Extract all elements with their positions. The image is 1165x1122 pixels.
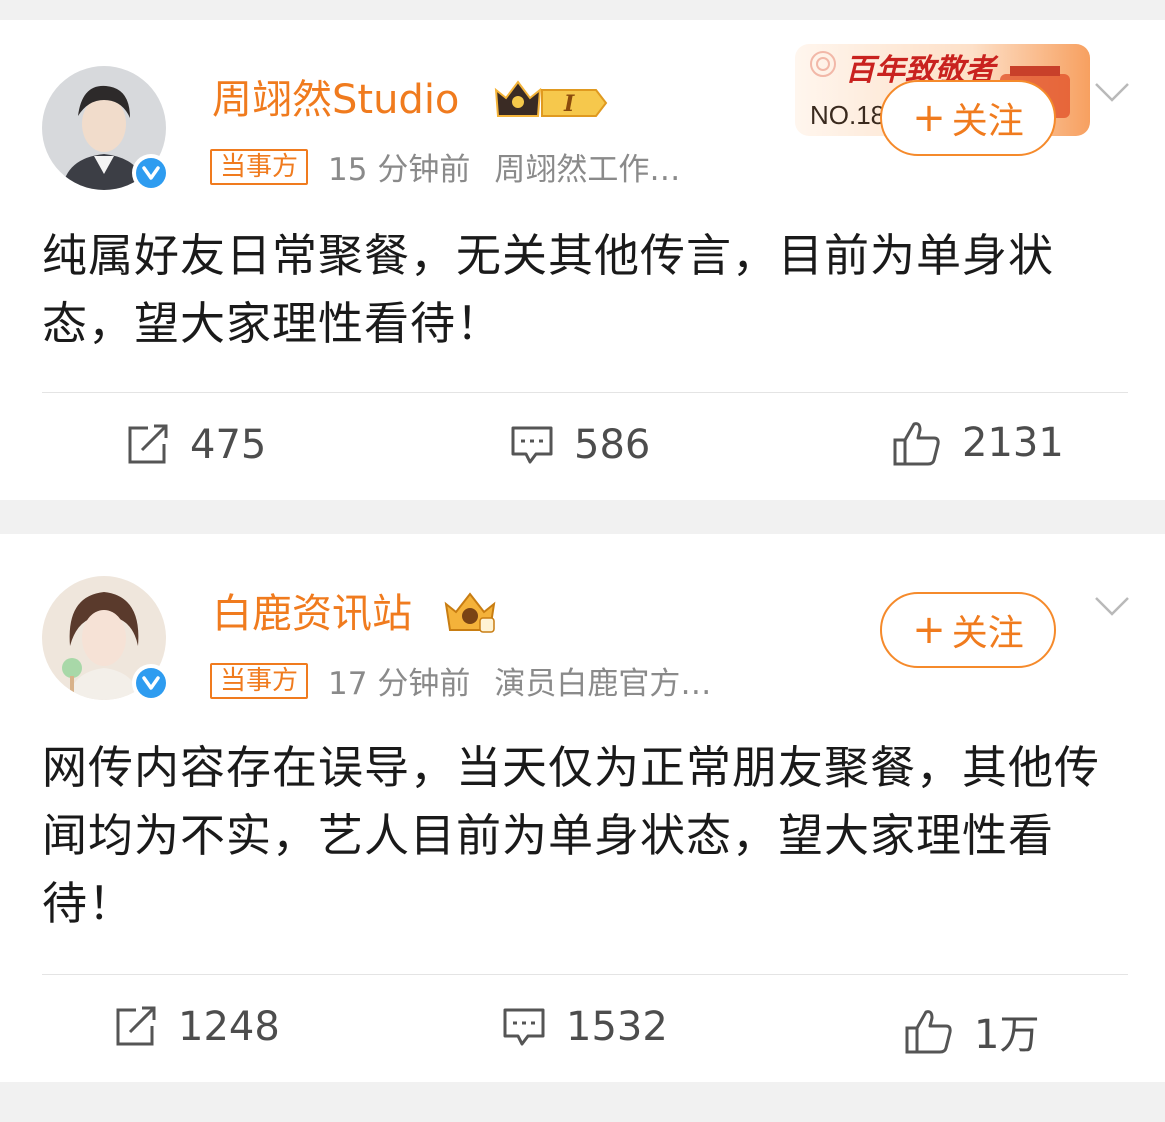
repost-count: 475 [190, 422, 267, 468]
thumbs-up-icon [893, 422, 940, 466]
repost-count: 1248 [178, 1004, 280, 1050]
post-card: 百年致敬者 NO.18 周翊然Studio I 当事方 15 分钟前 周翊然工作… [0, 20, 1165, 500]
avatar[interactable] [42, 66, 170, 192]
divider [42, 974, 1128, 975]
follow-button[interactable]: + 关注 [880, 80, 1056, 156]
follow-button[interactable]: + 关注 [880, 592, 1056, 668]
plus-icon: + [912, 95, 946, 141]
post-meta: 当事方 17 分钟前 演员白鹿官方… [210, 658, 711, 703]
username[interactable]: 周翊然Studio [212, 80, 459, 120]
post-source[interactable]: 周翊然工作… [494, 144, 680, 189]
comment-count: 586 [574, 422, 651, 468]
post-source[interactable]: 演员白鹿官方… [494, 658, 711, 703]
comment-icon [503, 1008, 545, 1046]
follow-label: 关注 [951, 613, 1024, 654]
comment-button[interactable]: 586 [510, 422, 650, 468]
like-button[interactable]: 1万 [904, 1002, 1039, 1060]
plus-icon: + [912, 607, 946, 653]
repost-button[interactable]: 475 [126, 422, 266, 468]
post-time: 15 分钟前 [328, 152, 471, 188]
banner-rank: NO.18 [810, 100, 885, 130]
party-tag: 当事方 [210, 148, 309, 185]
thumbs-up-icon [905, 1010, 952, 1054]
post-card: 白鹿资讯站 当事方 17 分钟前 演员白鹿官方… + 关注 网传内容存在误导，当… [0, 534, 1165, 1082]
avatar[interactable] [42, 576, 170, 702]
crown-badge-icon[interactable]: I [492, 78, 610, 122]
username[interactable]: 白鹿资讯站 [212, 594, 412, 634]
crown-badge-icon[interactable] [440, 590, 500, 636]
like-button[interactable]: 2131 [892, 420, 1064, 466]
repost-icon [116, 1006, 156, 1046]
post-content: 纯属好友日常聚餐，无关其他传言，目前为单身状态，望大家理性看待！ [42, 229, 1055, 350]
post-content: 网传内容存在误导，当天仅为正常朋友聚餐，其他传闻均为不实，艺人目前为单身状态，望… [42, 741, 1101, 930]
comment-button[interactable]: 1532 [502, 1004, 668, 1050]
like-count: 2131 [962, 420, 1064, 466]
post-time: 17 分钟前 [328, 666, 471, 702]
like-count: 1万 [974, 1012, 1040, 1058]
party-tag: 当事方 [210, 662, 309, 699]
verified-icon [132, 154, 170, 192]
chevron-down-icon[interactable] [1092, 80, 1132, 104]
divider [42, 392, 1128, 393]
comment-count: 1532 [566, 1004, 668, 1050]
post-meta: 当事方 15 分钟前 周翊然工作… [210, 144, 680, 189]
repost-button[interactable]: 1248 [114, 1004, 280, 1050]
chevron-down-icon[interactable] [1092, 594, 1132, 618]
follow-label: 关注 [951, 101, 1024, 142]
badge-level: I [563, 91, 575, 117]
comment-icon [511, 426, 553, 464]
repost-icon [128, 424, 168, 464]
verified-icon [132, 664, 170, 702]
